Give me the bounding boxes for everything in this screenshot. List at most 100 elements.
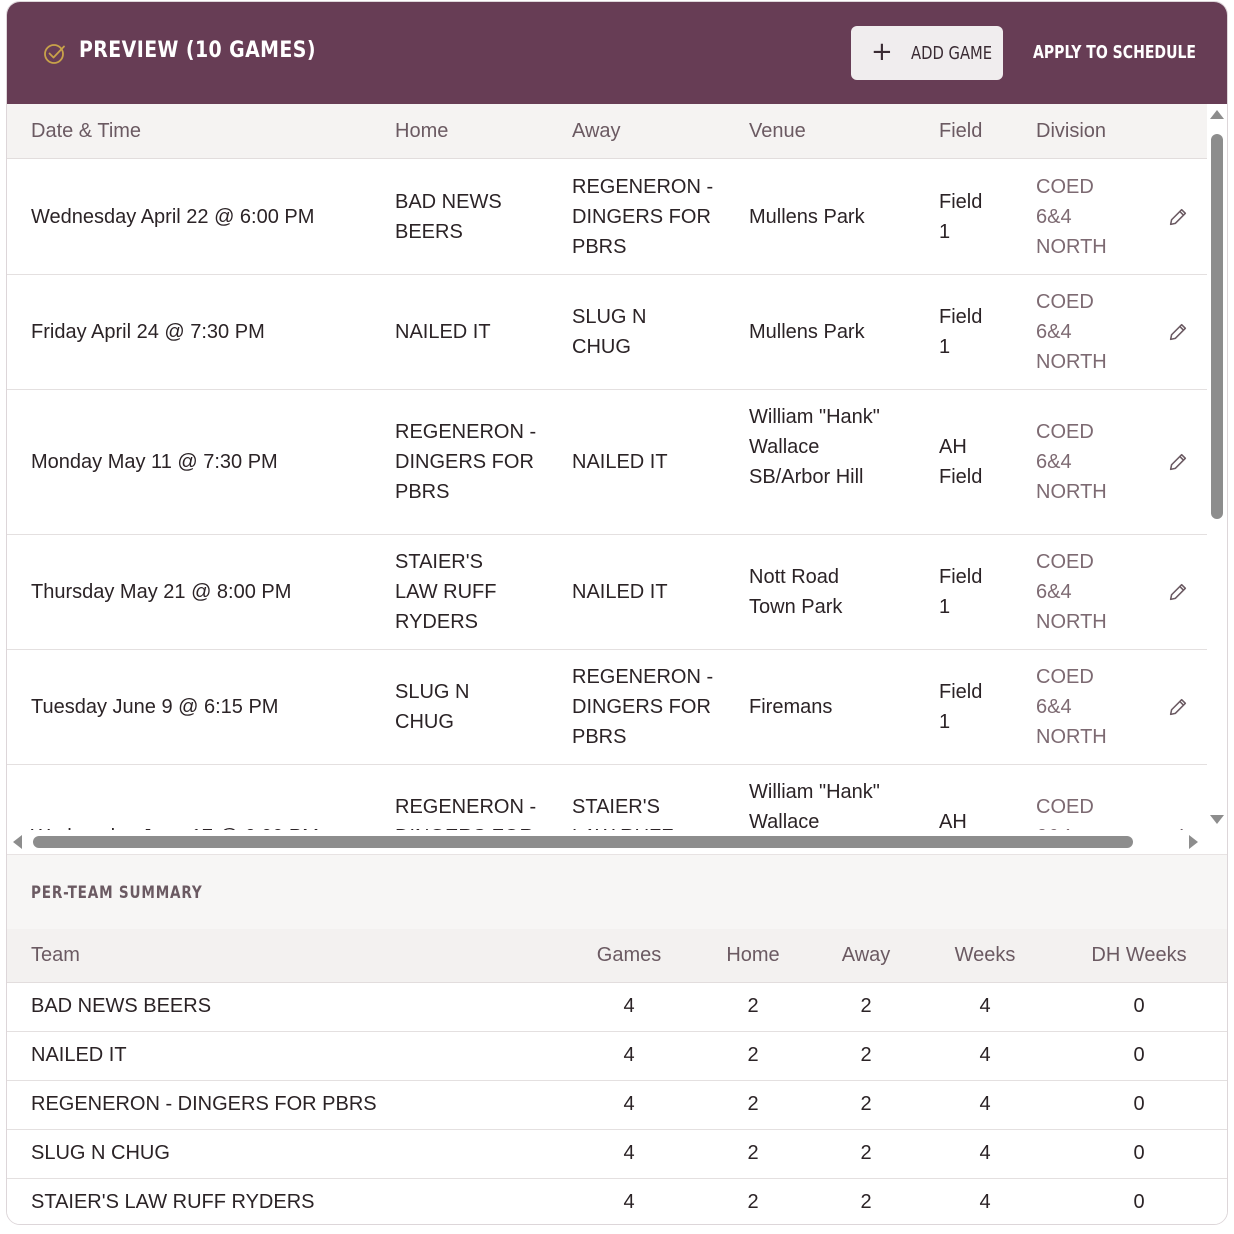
scroll-left-arrow-icon[interactable] <box>13 835 22 849</box>
summary-games: 4 <box>623 1191 635 1213</box>
summary-dh-weeks: 0 <box>1133 1191 1145 1213</box>
summary-away: 2 <box>860 1093 872 1115</box>
game-division: COED 6&4 NORTH <box>1036 796 1094 830</box>
scroll-down-arrow-icon[interactable] <box>1210 815 1224 824</box>
col-weeks: Weeks <box>954 944 1016 966</box>
check-circle-icon <box>44 44 65 64</box>
game-field: AH Field <box>939 436 983 488</box>
game-field: Field 1 <box>939 306 983 358</box>
pencil-icon[interactable] <box>1167 321 1189 343</box>
summary-row: STAIER'S LAW RUFF RYDERS 4 2 2 4 0 <box>7 1179 1227 1224</box>
game-away: NAILED IT <box>572 581 668 603</box>
game-division: COED 6&4 NORTH <box>1036 421 1107 503</box>
col-dh-weeks: DH Weeks <box>1091 944 1187 966</box>
pencil-icon[interactable] <box>1167 451 1189 473</box>
horizontal-scrollbar[interactable] <box>7 830 1207 854</box>
game-row[interactable]: Wednesday June 17 @ 6:00 PM REGENERON - … <box>7 765 1207 830</box>
game-away: STAIER'S LAW RUFF RYDERS <box>572 796 673 830</box>
game-venue: Nott Road Town Park <box>749 566 843 618</box>
vertical-scrollbar[interactable] <box>1207 104 1227 830</box>
game-venue: William "Hank" Wallace SB/Arbor Hill <box>749 781 880 830</box>
game-venue: William "Hank" Wallace SB/Arbor Hill <box>749 406 880 488</box>
games-table-header: Date & Time Home Away Venue Field Divisi… <box>7 104 1207 159</box>
summary-row: BAD NEWS BEERS 4 2 2 4 0 <box>7 983 1227 1032</box>
game-away: REGENERON - DINGERS FOR PBRS <box>572 176 714 258</box>
summary-table-header: Team Games Home Away Weeks DH Weeks <box>7 929 1227 983</box>
game-field: Field 1 <box>939 566 983 618</box>
summary-team: BAD NEWS BEERS <box>31 995 212 1017</box>
per-team-summary: PER-TEAM SUMMARY Team Games Home Away We… <box>7 854 1227 1224</box>
summary-away: 2 <box>860 1044 872 1066</box>
summary-away: 2 <box>860 1191 872 1213</box>
summary-away: 2 <box>860 995 872 1017</box>
game-row[interactable]: Wednesday April 22 @ 6:00 PM BAD NEWS BE… <box>7 160 1207 275</box>
summary-weeks: 4 <box>979 1044 991 1066</box>
preview-header: PREVIEW (10 GAMES) + ADD GAME APPLY TO S… <box>7 2 1227 104</box>
summary-games: 4 <box>623 1044 635 1066</box>
summary-team: STAIER'S LAW RUFF RYDERS <box>31 1191 315 1213</box>
col-venue[interactable]: Venue <box>749 120 806 143</box>
summary-games: 4 <box>623 995 635 1017</box>
summary-row: NAILED IT 4 2 2 4 0 <box>7 1032 1227 1081</box>
game-division: COED 6&4 NORTH <box>1036 551 1107 633</box>
games-table: Date & Time Home Away Venue Field Divisi… <box>7 104 1207 830</box>
summary-dh-weeks: 0 <box>1133 1142 1145 1164</box>
summary-home: 2 <box>747 1142 759 1164</box>
col-team: Team <box>31 944 80 966</box>
game-home: NAILED IT <box>395 321 491 343</box>
game-row[interactable]: Thursday May 21 @ 8:00 PM STAIER'S LAW R… <box>7 535 1207 650</box>
add-game-label: ADD GAME <box>911 43 993 64</box>
col-home[interactable]: Home <box>395 120 448 143</box>
summary-row: REGENERON - DINGERS FOR PBRS 4 2 2 4 0 <box>7 1081 1227 1130</box>
summary-weeks: 4 <box>979 1093 991 1115</box>
vertical-scroll-thumb[interactable] <box>1211 134 1223 519</box>
apply-to-schedule-button[interactable]: APPLY TO SCHEDULE <box>1033 42 1196 63</box>
game-field: AH Field <box>939 811 967 830</box>
horizontal-scroll-thumb[interactable] <box>33 836 1133 848</box>
summary-dh-weeks: 0 <box>1133 1093 1145 1115</box>
game-home: REGENERON - DINGERS FOR PBRS <box>395 421 537 503</box>
game-home: SLUG N CHUG <box>395 681 470 733</box>
game-row[interactable]: Friday April 24 @ 7:30 PM NAILED IT SLUG… <box>7 275 1207 390</box>
game-home: REGENERON - DINGERS FOR PBRS <box>395 796 537 830</box>
game-datetime: Wednesday April 22 @ 6:00 PM <box>31 206 315 228</box>
summary-home: 2 <box>747 1093 759 1115</box>
pencil-icon[interactable] <box>1167 696 1189 718</box>
summary-dh-weeks: 0 <box>1133 1044 1145 1066</box>
game-field: Field 1 <box>939 681 983 733</box>
summary-team: SLUG N CHUG <box>31 1142 170 1164</box>
game-home: STAIER'S LAW RUFF RYDERS <box>395 551 497 633</box>
game-away: SLUG N CHUG <box>572 306 647 358</box>
col-summary-home: Home <box>726 944 780 966</box>
game-row[interactable]: Tuesday June 9 @ 6:15 PM SLUG N CHUG REG… <box>7 650 1207 765</box>
summary-weeks: 4 <box>979 1191 991 1213</box>
summary-team: REGENERON - DINGERS FOR PBRS <box>31 1093 377 1115</box>
pencil-icon[interactable] <box>1167 581 1189 603</box>
col-summary-away: Away <box>841 944 891 966</box>
add-game-button[interactable]: + ADD GAME <box>851 26 1003 80</box>
scroll-right-arrow-icon[interactable] <box>1189 835 1198 849</box>
preview-card: PREVIEW (10 GAMES) + ADD GAME APPLY TO S… <box>6 1 1228 1225</box>
col-division[interactable]: Division <box>1036 120 1106 143</box>
game-field: Field 1 <box>939 191 983 243</box>
game-home: BAD NEWS BEERS <box>395 191 502 243</box>
col-field[interactable]: Field <box>939 120 982 143</box>
col-games: Games <box>596 944 662 966</box>
summary-home: 2 <box>747 1191 759 1213</box>
summary-weeks: 4 <box>979 1142 991 1164</box>
col-date-time[interactable]: Date & Time <box>31 120 141 143</box>
game-row[interactable]: Monday May 11 @ 7:30 PM REGENERON - DING… <box>7 390 1207 535</box>
game-datetime: Tuesday June 9 @ 6:15 PM <box>31 696 279 718</box>
plus-icon: + <box>871 37 893 67</box>
pencil-icon[interactable] <box>1167 206 1189 228</box>
game-datetime: Thursday May 21 @ 8:00 PM <box>31 581 292 603</box>
game-division: COED 6&4 NORTH <box>1036 291 1107 373</box>
scroll-up-arrow-icon[interactable] <box>1210 110 1224 119</box>
col-away[interactable]: Away <box>572 120 621 143</box>
preview-title: PREVIEW (10 GAMES) <box>79 38 316 63</box>
game-venue: Mullens Park <box>749 206 865 228</box>
game-away: NAILED IT <box>572 451 668 473</box>
summary-row: SLUG N CHUG 4 2 2 4 0 <box>7 1130 1227 1179</box>
summary-games: 4 <box>623 1142 635 1164</box>
summary-team: NAILED IT <box>31 1044 127 1066</box>
